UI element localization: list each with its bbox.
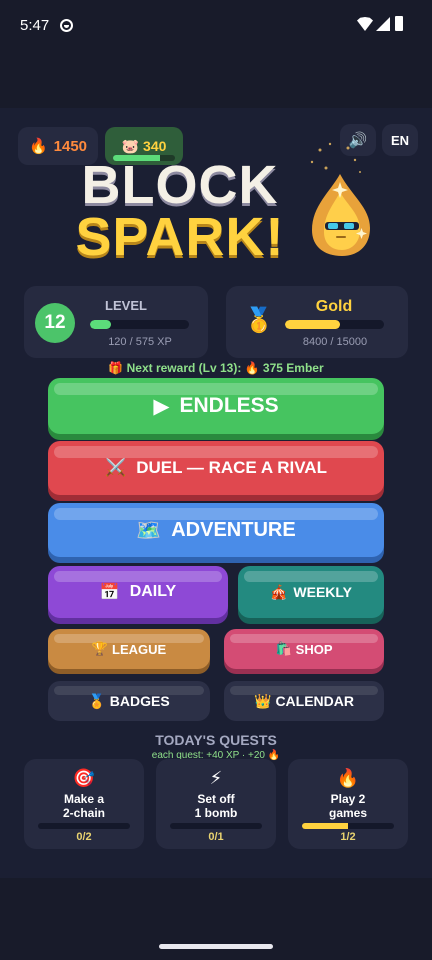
home-indicator[interactable] [159, 944, 273, 949]
circus-tent-icon: 🎪 [269, 583, 288, 600]
app-notification-icon [60, 19, 73, 32]
duel-button[interactable]: ⚔️ DUEL — RACE A RIVAL [48, 441, 384, 495]
level-badge: 12 [35, 303, 75, 343]
weekly-label: WEEKLY [293, 584, 353, 600]
rank-progress-bar [285, 320, 384, 329]
level-progress-fill [90, 320, 111, 329]
battery-icon [395, 16, 403, 31]
quest-progress-bar [38, 823, 130, 829]
ember-count: 340 [143, 138, 167, 154]
shop-button[interactable]: 🛍️ SHOP [224, 629, 384, 669]
quest-progress-text: 0/2 [76, 831, 92, 843]
crown-icon: 👑 [254, 692, 272, 709]
status-time: 5:47 [20, 17, 50, 34]
quest-progress-text: 0/1 [208, 831, 224, 843]
rank-progress-fill [285, 320, 341, 329]
badges-button[interactable]: 🏅 BADGES [48, 681, 210, 721]
fire-icon: 🔥 [336, 768, 360, 788]
badges-label: BADGES [109, 693, 170, 709]
quests-title: TODAY'S QUESTS [155, 732, 277, 748]
level-label: LEVEL [105, 298, 147, 313]
status-bar: 5:47 [0, 0, 432, 52]
calendar-icon: 📅 [99, 584, 120, 601]
play-icon: ▶ [153, 394, 170, 418]
cell-signal-icon [376, 17, 390, 31]
flame-mascot-icon [310, 142, 370, 256]
fire-count: 1450 [53, 137, 88, 155]
weekly-button[interactable]: 🎪 WEEKLY [238, 566, 384, 618]
rank-xp-text: 8400 / 15000 [302, 336, 368, 348]
endless-label: ENDLESS [179, 394, 279, 417]
gold-medal-icon: 🥇 [244, 307, 274, 334]
daily-button[interactable]: 📅 DAILY [48, 566, 228, 618]
quest-progress-bar [170, 823, 262, 829]
game-title-line2: SPARK! [75, 207, 285, 267]
adventure-label: ADVENTURE [171, 518, 296, 541]
shop-label: SHOP [295, 641, 333, 657]
fire-icon: 🔥 [28, 138, 48, 155]
language-label: EN [390, 132, 410, 148]
wifi-icon [357, 17, 373, 31]
quest-progress-fill [302, 823, 348, 829]
quest-progress-bar [302, 823, 394, 829]
crossed-swords-icon: ⚔️ [105, 458, 127, 477]
next-reward-text: 🎁 Next reward (Lv 13): 🔥 375 Ember [108, 361, 324, 375]
adventure-button[interactable]: 🗺️ ADVENTURE [48, 503, 384, 557]
quest-text: Play 2 games [328, 792, 368, 820]
league-label: LEAGUE [112, 641, 167, 657]
rank-name: Gold [315, 298, 353, 315]
calendar-button[interactable]: 👑 CALENDAR [224, 681, 384, 721]
map-icon: 🗺️ [136, 519, 162, 542]
quest-text: Make a 2-chain [62, 792, 105, 820]
shopping-bags-icon: 🛍️ [275, 641, 292, 656]
level-progress-bar [90, 320, 189, 329]
level-xp-text: 120 / 575 XP [108, 336, 172, 348]
target-icon: 🎯 [72, 768, 96, 788]
endless-button[interactable]: ▶ ENDLESS [48, 378, 384, 434]
daily-label: DAILY [129, 583, 177, 600]
calendar-label: CALENDAR [275, 693, 354, 709]
quest-text: Set off 1 bomb [194, 792, 238, 820]
piggy-bank-icon: 🐷 [121, 137, 140, 154]
lightning-icon: ⚡ [209, 768, 223, 788]
medal-icon: 🏅 [88, 692, 106, 709]
quest-progress-text: 1/2 [340, 831, 356, 843]
duel-label: DUEL — RACE A RIVAL [136, 458, 327, 477]
league-button[interactable]: 🏆 LEAGUE [48, 629, 210, 669]
trophy-icon: 🏆 [91, 641, 108, 656]
